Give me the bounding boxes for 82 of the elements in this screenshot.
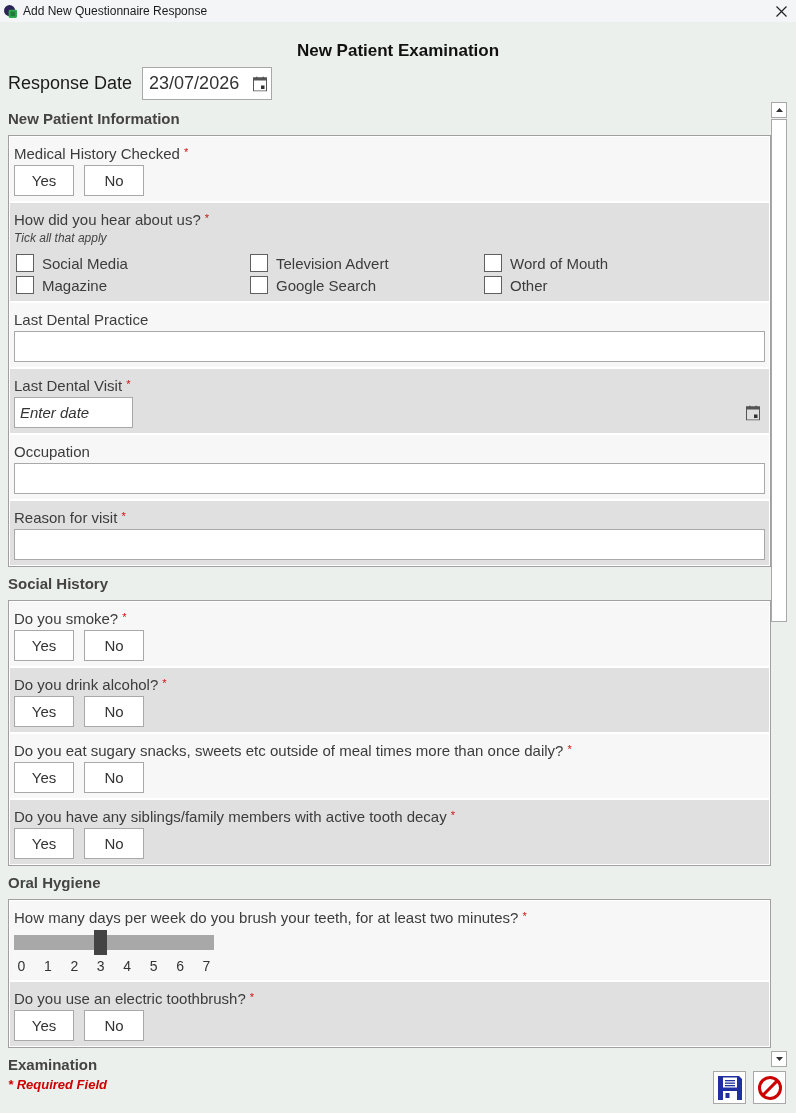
section-heading: Social History (8, 574, 109, 594)
slider-tick-label: 6 (175, 957, 185, 975)
checkbox-label: Magazine (42, 276, 108, 294)
question-label: Do you have any siblings/family members with active tooth decay (14, 807, 447, 827)
scrollbar-thumb[interactable] (771, 119, 787, 622)
question-label: Last Dental Visit (14, 376, 123, 396)
cancel-button[interactable] (753, 1071, 786, 1104)
checkbox[interactable] (484, 254, 502, 272)
prohibition-icon (757, 1075, 782, 1100)
option-button[interactable]: Yes (14, 630, 74, 661)
calendar-icon[interactable] (746, 405, 760, 420)
question-label: Last Dental Practice (14, 310, 149, 330)
section-heading: Examination (8, 1055, 98, 1071)
calendar-icon[interactable] (253, 76, 268, 91)
question-label: Reason for visit (14, 508, 118, 528)
close-icon (775, 5, 787, 17)
checkbox[interactable] (250, 276, 268, 294)
checkbox-label: Other (510, 276, 548, 294)
question-label: Do you use an electric toothbrush? (14, 989, 246, 1009)
required-mark: * (204, 211, 210, 225)
slider-tick-label: 5 (148, 957, 159, 975)
scroll-down-button[interactable] (771, 1051, 787, 1067)
question-label: Occupation (14, 442, 90, 462)
section-heading: Oral Hygiene (8, 873, 101, 893)
question-label: How many days per week do you brush your teeth, for at least two minutes? (14, 908, 519, 928)
scroll-up-button[interactable] (771, 102, 787, 118)
option-button[interactable]: Yes (14, 762, 74, 793)
option-button[interactable]: No (84, 696, 144, 727)
option-button[interactable]: Yes (14, 696, 74, 727)
save-button[interactable] (713, 1071, 746, 1104)
option-button[interactable]: Yes (14, 828, 74, 859)
text-field[interactable] (14, 331, 765, 362)
checkbox[interactable] (484, 276, 502, 294)
question-label: Do you drink alcohol? (14, 675, 159, 695)
date-field[interactable]: Enter date (14, 397, 133, 428)
app-icon (4, 4, 17, 18)
required-mark: * (450, 808, 455, 822)
up-triangle-icon (775, 108, 783, 112)
required-mark: * (121, 509, 126, 523)
checkbox-label: Social Media (42, 254, 128, 272)
window-title: Add New Questionnaire Response (23, 4, 209, 18)
down-triangle-icon (775, 1057, 783, 1061)
option-button[interactable]: Yes (14, 1010, 74, 1041)
question-label: Do you smoke? (14, 609, 119, 629)
checkbox-label: Word of Mouth (510, 254, 609, 272)
option-button[interactable]: No (84, 165, 144, 196)
option-button[interactable]: Yes (14, 165, 74, 196)
required-mark: * (249, 990, 255, 1004)
slider-tick-label: 3 (95, 957, 106, 975)
checkbox[interactable] (250, 254, 268, 272)
text-field[interactable] (14, 529, 765, 560)
checkbox-label: Television Advert (276, 254, 389, 272)
question-label: Medical History Checked (14, 144, 180, 164)
field-label: Response Date (8, 73, 133, 94)
slider-tick-label: 2 (69, 957, 80, 975)
question-label: Do you eat sugary snacks, sweets etc outside of meal times more than once daily? (14, 741, 564, 761)
slider-tick-label: 7 (201, 957, 212, 975)
checkbox[interactable] (16, 254, 34, 272)
required-mark: * (522, 909, 527, 923)
checkbox[interactable] (16, 276, 34, 294)
required-mark: * (183, 145, 189, 159)
section-heading: New Patient Information (8, 109, 180, 129)
required-field-note: * Required Field (8, 1076, 107, 1094)
slider-tick-label: 1 (43, 957, 53, 975)
option-button[interactable]: No (84, 828, 144, 859)
required-mark: * (126, 377, 131, 391)
question-label: How did you hear about us? (14, 210, 201, 230)
option-button[interactable]: No (84, 762, 144, 793)
required-mark: * (162, 676, 167, 690)
option-button[interactable]: No (84, 630, 144, 661)
slider-track[interactable] (14, 930, 214, 955)
slider-tick-label: 4 (122, 957, 133, 975)
slider-tick-label: 0 (16, 957, 27, 975)
checkbox-label: Google Search (276, 276, 377, 294)
slider-thumb[interactable] (94, 930, 108, 955)
required-mark: * (567, 742, 572, 756)
required-mark: * (122, 610, 127, 624)
date-field[interactable]: 23/07/2026 (142, 67, 273, 100)
text-field[interactable] (14, 463, 765, 494)
option-button[interactable]: No (84, 1010, 144, 1041)
form-title: New Patient Examination (296, 40, 500, 62)
hint-text: Tick all that apply (14, 230, 107, 246)
